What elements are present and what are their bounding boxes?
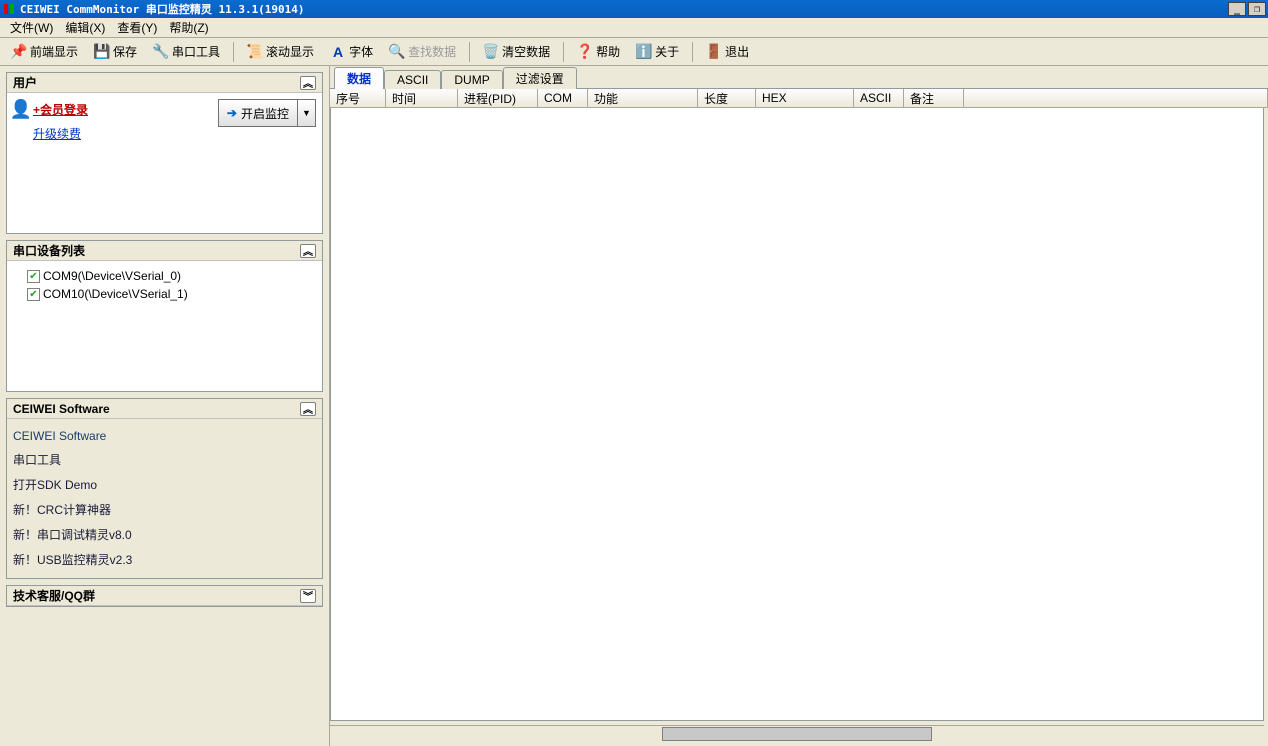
clear-data-button[interactable]: 🗑️清空数据 xyxy=(476,41,557,63)
menu-view[interactable]: 查看(Y) xyxy=(111,17,163,38)
toolbar-separator xyxy=(563,42,564,62)
device-item[interactable]: ✔COM10(\Device\VSerial_1) xyxy=(13,285,316,303)
collapse-icon[interactable]: ︽ xyxy=(300,244,316,258)
column-header[interactable]: 备注 xyxy=(904,89,964,107)
checkbox-icon[interactable]: ✔ xyxy=(27,288,40,301)
content-area: 数据 ASCII DUMP 过滤设置 序号时间进程(PID)COM功能长度HEX… xyxy=(330,66,1268,746)
scroll-icon: 📜 xyxy=(247,44,263,60)
save-button[interactable]: 💾保存 xyxy=(87,41,144,63)
expand-icon[interactable]: ︾ xyxy=(300,589,316,603)
column-header[interactable]: 进程(PID) xyxy=(458,89,538,107)
search-data-button[interactable]: 🔍查找数据 xyxy=(382,41,463,63)
maximize-button[interactable]: ❐ xyxy=(1248,2,1266,16)
grid-body[interactable] xyxy=(330,108,1264,721)
tab-ascii[interactable]: ASCII xyxy=(384,70,441,89)
menu-edit[interactable]: 编辑(X) xyxy=(59,17,111,38)
grid-header: 序号时间进程(PID)COM功能长度HEXASCII备注 xyxy=(330,88,1268,108)
toolbar-separator xyxy=(692,42,693,62)
window-title: CEIWEI CommMonitor 串口监控精灵 11.3.1(19014) xyxy=(20,1,1228,17)
arrow-right-icon: ➔ xyxy=(227,106,237,120)
font-icon: A xyxy=(330,44,346,60)
support-panel: 技术客服/QQ群 ︾ xyxy=(6,585,323,607)
minimize-button[interactable]: _ xyxy=(1228,2,1246,16)
search-icon: 🔍 xyxy=(389,44,405,60)
login-link[interactable]: +会员登录 xyxy=(33,101,88,118)
collapse-icon[interactable]: ︽ xyxy=(300,76,316,90)
device-item[interactable]: ✔COM9(\Device\VSerial_0) xyxy=(13,267,316,285)
software-panel-header: CEIWEI Software ︽ xyxy=(7,399,322,419)
help-icon: ❓ xyxy=(577,44,593,60)
device-panel-title: 串口设备列表 xyxy=(13,242,85,259)
software-link[interactable]: 串口工具 xyxy=(13,447,316,472)
start-monitor-button[interactable]: ➔ 开启监控 xyxy=(218,99,298,127)
tab-dump[interactable]: DUMP xyxy=(441,70,502,89)
column-header[interactable]: 长度 xyxy=(698,89,756,107)
device-panel-header: 串口设备列表 ︽ xyxy=(7,241,322,261)
tab-filter[interactable]: 过滤设置 xyxy=(503,67,577,89)
menu-help[interactable]: 帮助(Z) xyxy=(163,17,214,38)
front-display-button[interactable]: 📌前端显示 xyxy=(4,41,85,63)
font-button[interactable]: A字体 xyxy=(323,41,380,63)
menu-bar: 文件(W) 编辑(X) 查看(Y) 帮助(Z) xyxy=(0,18,1268,38)
person-icon: 👤 xyxy=(13,99,29,119)
column-header[interactable]: ASCII xyxy=(854,89,904,107)
horizontal-scrollbar[interactable] xyxy=(330,725,1264,742)
software-link[interactable]: 新！CRC计算神器 xyxy=(13,497,316,522)
user-panel: 用户 ︽ 👤 +会员登录 升级续费 ➔ 开启监控 ▼ xyxy=(6,72,323,234)
exit-button[interactable]: 🚪退出 xyxy=(699,41,756,63)
scroll-display-button[interactable]: 📜滚动显示 xyxy=(240,41,321,63)
about-button[interactable]: ℹ️关于 xyxy=(629,41,686,63)
toolbar-separator xyxy=(233,42,234,62)
user-panel-header: 用户 ︽ xyxy=(7,73,322,93)
info-icon: ℹ️ xyxy=(636,44,652,60)
checkbox-icon[interactable]: ✔ xyxy=(27,270,40,283)
column-header[interactable]: COM xyxy=(538,89,588,107)
exit-icon: 🚪 xyxy=(706,44,722,60)
column-header[interactable]: HEX xyxy=(756,89,854,107)
toolbar: 📌前端显示 💾保存 🔧串口工具 📜滚动显示 A字体 🔍查找数据 🗑️清空数据 ❓… xyxy=(0,38,1268,66)
software-panel-title: CEIWEI Software xyxy=(13,402,110,416)
support-panel-header: 技术客服/QQ群 ︾ xyxy=(7,586,322,606)
collapse-icon[interactable]: ︽ xyxy=(300,402,316,416)
column-header-filler xyxy=(964,89,1268,107)
tools-icon: 🔧 xyxy=(153,44,169,60)
column-header[interactable]: 功能 xyxy=(588,89,698,107)
support-panel-title: 技术客服/QQ群 xyxy=(13,587,95,604)
tabs: 数据 ASCII DUMP 过滤设置 xyxy=(330,66,1268,88)
tab-data[interactable]: 数据 xyxy=(334,67,384,89)
menu-file[interactable]: 文件(W) xyxy=(4,17,59,38)
software-link[interactable]: 新！串口调试精灵v8.0 xyxy=(13,522,316,547)
help-button[interactable]: ❓帮助 xyxy=(570,41,627,63)
app-icon xyxy=(2,2,16,16)
device-tree: ✔COM9(\Device\VSerial_0) ✔COM10(\Device\… xyxy=(13,267,316,303)
device-list-panel: 串口设备列表 ︽ ✔COM9(\Device\VSerial_0) ✔COM10… xyxy=(6,240,323,392)
software-link[interactable]: 新！USB监控精灵v2.3 xyxy=(13,547,316,572)
software-panel: CEIWEI Software ︽ CEIWEI Software 串口工具 打… xyxy=(6,398,323,579)
software-link[interactable]: CEIWEI Software xyxy=(13,425,316,447)
scrollbar-thumb[interactable] xyxy=(662,727,932,741)
clear-icon: 🗑️ xyxy=(483,44,499,60)
pin-icon: 📌 xyxy=(11,44,27,60)
column-header[interactable]: 序号 xyxy=(330,89,386,107)
upgrade-link[interactable]: 升级续费 xyxy=(33,125,88,142)
software-link[interactable]: 打开SDK Demo xyxy=(13,472,316,497)
column-header[interactable]: 时间 xyxy=(386,89,458,107)
save-icon: 💾 xyxy=(94,44,110,60)
user-panel-title: 用户 xyxy=(13,74,37,91)
start-monitor-dropdown[interactable]: ▼ xyxy=(298,99,316,127)
toolbar-separator xyxy=(469,42,470,62)
title-bar: CEIWEI CommMonitor 串口监控精灵 11.3.1(19014) … xyxy=(0,0,1268,18)
sidebar: 用户 ︽ 👤 +会员登录 升级续费 ➔ 开启监控 ▼ xyxy=(0,66,330,746)
serial-tools-button[interactable]: 🔧串口工具 xyxy=(146,41,227,63)
